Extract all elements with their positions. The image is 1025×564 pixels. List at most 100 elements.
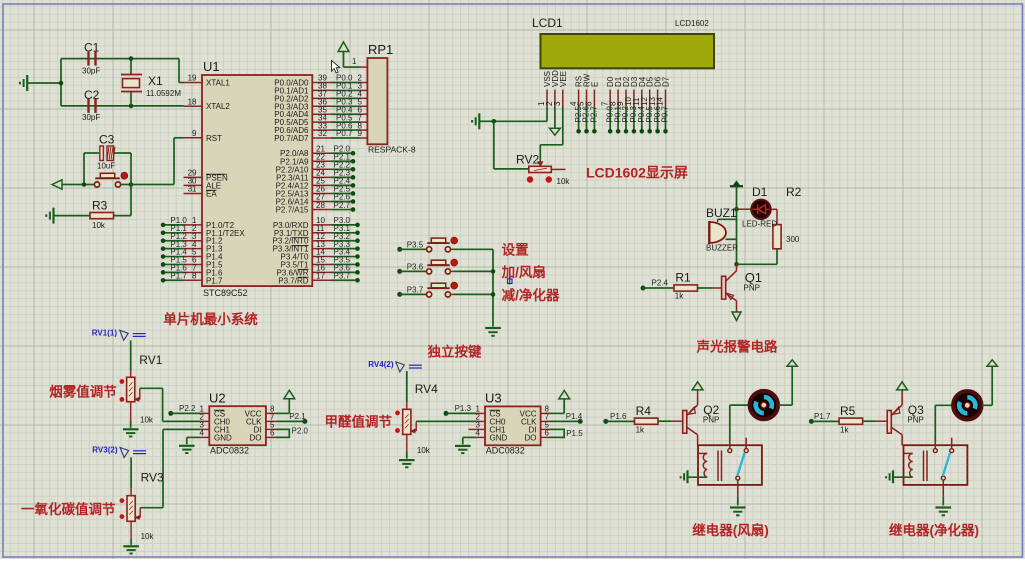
svg-text:P1.7: P1.7 xyxy=(170,271,187,280)
svg-text:18: 18 xyxy=(188,97,197,106)
svg-text:10k: 10k xyxy=(141,532,155,541)
svg-text:1k: 1k xyxy=(840,426,849,435)
svg-text:LCD1: LCD1 xyxy=(532,16,563,30)
svg-text:BUZZER: BUZZER xyxy=(706,244,738,253)
svg-text:11.0592M: 11.0592M xyxy=(146,89,181,98)
svg-text:XTAL1: XTAL1 xyxy=(206,79,230,88)
svg-text:28: 28 xyxy=(316,201,325,210)
svg-text:RV4(2): RV4(2) xyxy=(368,360,394,369)
svg-text:RV3(2): RV3(2) xyxy=(92,446,118,455)
svg-text:1k: 1k xyxy=(636,426,645,435)
svg-text:LED-RED: LED-RED xyxy=(742,220,777,229)
svg-text:VEE: VEE xyxy=(559,71,568,87)
svg-text:32: 32 xyxy=(318,129,327,138)
svg-text:继电器(净化器): 继电器(净化器) xyxy=(889,522,979,538)
svg-text:STC89C52: STC89C52 xyxy=(203,288,248,298)
svg-text:30pF: 30pF xyxy=(82,113,100,122)
svg-text:P0.7: P0.7 xyxy=(336,129,353,138)
svg-text:10k: 10k xyxy=(140,416,154,425)
svg-text:9: 9 xyxy=(358,129,363,138)
svg-text:6: 6 xyxy=(270,428,275,437)
svg-text:R5: R5 xyxy=(840,404,856,418)
svg-text:加/风扇: 加/风扇 xyxy=(501,264,546,280)
svg-text:ADC0832: ADC0832 xyxy=(486,446,525,456)
svg-text:10uF: 10uF xyxy=(97,162,115,171)
svg-text:P0.7/AD7: P0.7/AD7 xyxy=(274,134,309,143)
svg-text:P1.7: P1.7 xyxy=(206,276,223,285)
svg-text:设置: 设置 xyxy=(502,243,529,258)
svg-text:P1.7: P1.7 xyxy=(814,412,831,421)
svg-text:P2.1: P2.1 xyxy=(289,412,306,421)
svg-text:DO: DO xyxy=(250,433,262,442)
svg-text:U2: U2 xyxy=(209,391,226,406)
svg-text:C1: C1 xyxy=(84,41,100,55)
svg-text:RV3: RV3 xyxy=(141,471,164,485)
svg-text:BUZ1: BUZ1 xyxy=(706,206,737,220)
svg-text:4: 4 xyxy=(200,428,205,437)
svg-text:4: 4 xyxy=(476,428,481,437)
svg-text:RV1(1): RV1(1) xyxy=(92,329,118,338)
svg-text:RV2: RV2 xyxy=(516,153,539,167)
svg-text:9: 9 xyxy=(192,129,197,138)
svg-text:6: 6 xyxy=(585,101,594,106)
svg-text:P1.6: P1.6 xyxy=(610,412,627,421)
svg-text:P3.5: P3.5 xyxy=(407,240,424,249)
svg-text:R2: R2 xyxy=(786,185,802,199)
svg-text:P2.7: P2.7 xyxy=(590,105,599,122)
svg-text:X1: X1 xyxy=(148,74,163,88)
svg-text:烟雾值调节: 烟雾值调节 xyxy=(49,384,117,400)
svg-text:D7: D7 xyxy=(662,76,671,87)
svg-text:31: 31 xyxy=(188,185,197,194)
svg-text:6: 6 xyxy=(545,428,550,437)
svg-text:3: 3 xyxy=(553,101,562,106)
svg-text:U3: U3 xyxy=(485,391,502,406)
svg-text:PNP: PNP xyxy=(744,284,760,293)
svg-text:P1.5: P1.5 xyxy=(566,429,583,438)
svg-text:E: E xyxy=(590,82,599,87)
svg-text:P0.7: P0.7 xyxy=(661,105,670,122)
svg-text:LCD1602: LCD1602 xyxy=(675,19,709,28)
svg-text:GND: GND xyxy=(490,433,508,442)
svg-text:PNP: PNP xyxy=(703,416,719,425)
svg-text:P1.4: P1.4 xyxy=(566,412,583,421)
svg-text:C3: C3 xyxy=(99,133,115,147)
svg-text:C2: C2 xyxy=(84,88,100,102)
svg-text:P2.4: P2.4 xyxy=(652,279,669,288)
svg-text:GND: GND xyxy=(214,433,232,442)
svg-text:U1: U1 xyxy=(203,59,220,74)
svg-text:P3.7: P3.7 xyxy=(407,285,424,294)
svg-text:D1: D1 xyxy=(752,185,768,199)
svg-text:30pF: 30pF xyxy=(82,67,100,76)
svg-text:300: 300 xyxy=(786,235,800,244)
svg-text:ADC0832: ADC0832 xyxy=(210,446,249,456)
svg-text:PNP: PNP xyxy=(907,416,923,425)
svg-text:EA: EA xyxy=(206,190,217,199)
svg-text:一氧化碳值调节: 一氧化碳值调节 xyxy=(21,501,116,517)
svg-text:1: 1 xyxy=(352,57,357,66)
svg-text:R4: R4 xyxy=(636,404,652,418)
svg-text:17: 17 xyxy=(316,271,325,280)
svg-text:DO: DO xyxy=(525,433,537,442)
svg-text:R3: R3 xyxy=(92,199,108,213)
svg-text:减/净化器: 减/净化器 xyxy=(502,287,560,303)
svg-text:RST: RST xyxy=(206,134,222,143)
svg-text:RESPACK-8: RESPACK-8 xyxy=(368,145,416,155)
svg-text:14: 14 xyxy=(656,97,665,106)
svg-text:P3.6: P3.6 xyxy=(407,262,424,271)
svg-text:LCD1602显示屏: LCD1602显示屏 xyxy=(586,165,688,181)
svg-text:P2.7/A15: P2.7/A15 xyxy=(276,206,309,215)
svg-text:8: 8 xyxy=(192,271,197,280)
svg-text:XTAL2: XTAL2 xyxy=(206,102,230,111)
svg-text:RP1: RP1 xyxy=(368,42,393,57)
svg-text:P1.3: P1.3 xyxy=(455,404,472,413)
svg-text:继电器(风扇): 继电器(风扇) xyxy=(692,522,769,538)
svg-text:声光报警电路: 声光报警电路 xyxy=(696,339,778,355)
svg-text:10k: 10k xyxy=(417,446,431,455)
svg-text:单片机最小系统: 单片机最小系统 xyxy=(163,311,258,327)
svg-text:1k: 1k xyxy=(675,292,684,301)
svg-text:RV1: RV1 xyxy=(139,353,162,367)
svg-text:RV4: RV4 xyxy=(415,382,438,396)
svg-text:P2.0: P2.0 xyxy=(292,427,309,436)
svg-text:10k: 10k xyxy=(557,177,571,186)
svg-text:10k: 10k xyxy=(92,221,106,230)
